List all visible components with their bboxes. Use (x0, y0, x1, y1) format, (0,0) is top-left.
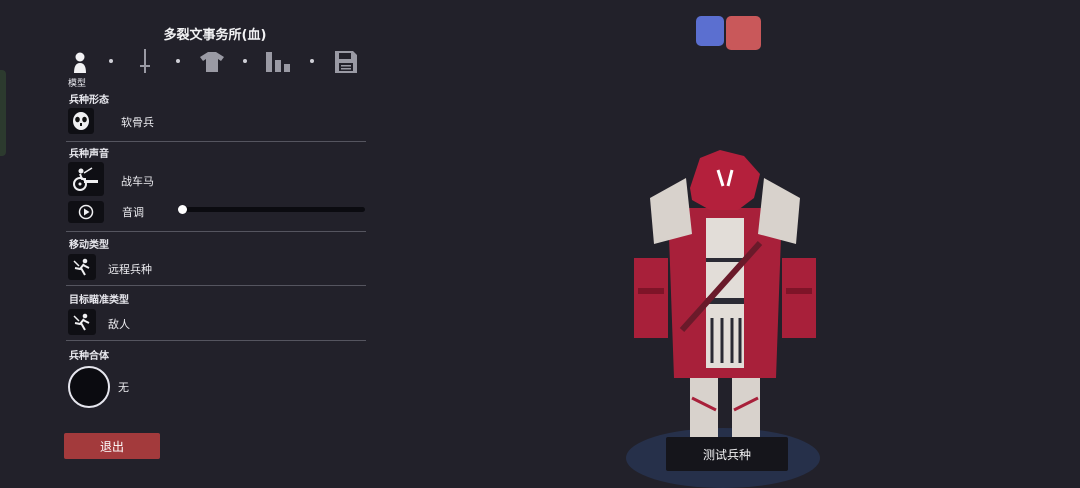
unit-sound-label: 兵种声音 (69, 149, 109, 160)
side-handle[interactable] (0, 70, 6, 156)
mask-face-icon (73, 112, 89, 130)
pitch-label: 音调 (122, 206, 144, 219)
pitch-slider[interactable] (178, 205, 365, 214)
test-unit-button[interactable]: 测试兵种 (666, 437, 788, 471)
unit-editor-panel: 多裂文事务所(血) 模型 兵种形态 软骨兵 兵种声音 战车马 音调 移动类型 远… (64, 0, 366, 486)
targeting-label: 目标瞄准类型 (69, 295, 129, 306)
tab-separator-dot (310, 59, 314, 63)
pitch-slider-thumb[interactable] (178, 205, 188, 214)
unit-sound-value: 战车马 (121, 175, 154, 188)
tab-separator-dot (109, 59, 113, 63)
person-icon (74, 52, 86, 73)
targeting-button[interactable] (68, 309, 96, 335)
unit-form-button[interactable] (68, 108, 94, 134)
tab-model[interactable] (66, 47, 94, 77)
save-disk-icon (335, 51, 357, 73)
unit-title: 多裂文事务所(血) (163, 28, 267, 43)
unit-preview-figure[interactable] (620, 148, 830, 438)
unit-form-value: 软骨兵 (121, 116, 154, 129)
tab-save[interactable] (332, 47, 360, 77)
combine-slot-button[interactable] (68, 366, 110, 408)
section-divider (66, 231, 366, 232)
tab-separator-dot (176, 59, 180, 63)
combine-label: 兵种合体 (69, 351, 109, 362)
combine-value: 无 (118, 381, 129, 394)
running-figure-icon (73, 313, 90, 331)
tab-weapons[interactable] (131, 47, 159, 77)
movement-label: 移动类型 (69, 240, 109, 251)
play-sound-button[interactable] (68, 201, 104, 223)
team-blue-swatch[interactable] (696, 16, 724, 46)
tab-stats[interactable] (264, 47, 292, 77)
section-divider (66, 285, 366, 286)
movement-button[interactable] (68, 254, 96, 280)
chariot-icon (73, 167, 98, 191)
stats-bars-icon (266, 52, 290, 72)
active-tab-caption: 模型 (68, 79, 87, 89)
sword-icon (140, 49, 150, 73)
tab-separator-dot (243, 59, 247, 63)
editor-tabs: 模型 (66, 47, 362, 89)
section-divider (66, 340, 366, 341)
play-icon (78, 204, 94, 220)
team-red-swatch[interactable] (726, 16, 761, 50)
tab-clothing[interactable] (198, 47, 226, 77)
running-figure-icon (73, 258, 90, 276)
unit-form-label: 兵种形态 (69, 95, 109, 106)
movement-value: 远程兵种 (108, 263, 152, 276)
exit-button[interactable]: 退出 (64, 433, 160, 459)
section-divider (66, 141, 366, 142)
shirt-icon (200, 52, 224, 72)
unit-sound-button[interactable] (68, 162, 104, 196)
targeting-value: 敌人 (108, 318, 130, 331)
